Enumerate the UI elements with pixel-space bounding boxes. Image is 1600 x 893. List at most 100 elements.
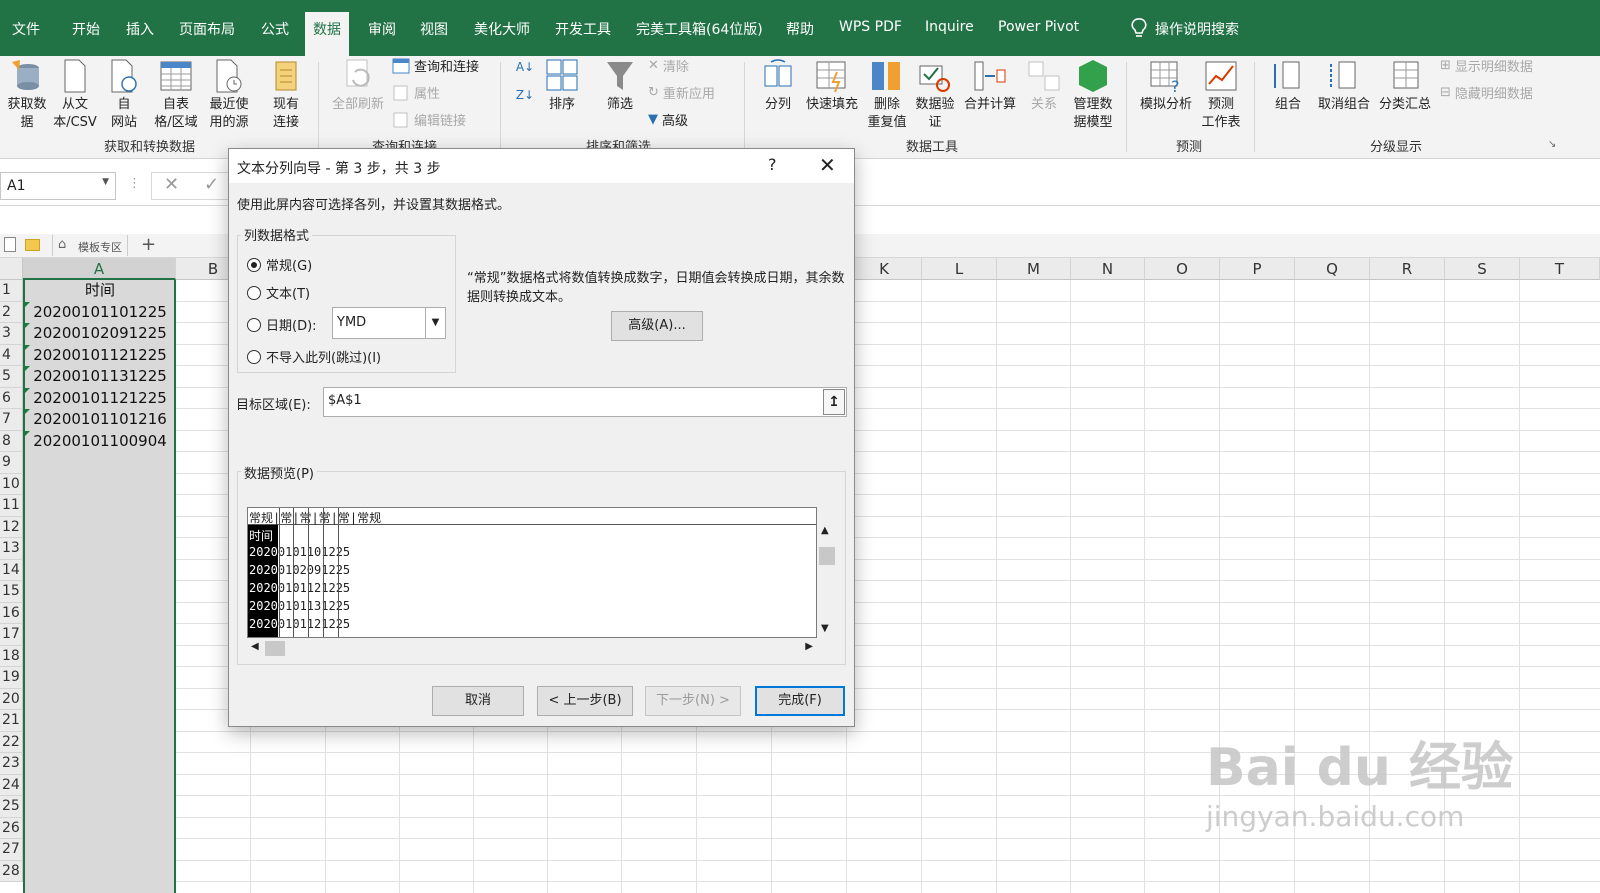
tab-power-pivot[interactable]: Power Pivot <box>998 19 1079 35</box>
row-header[interactable]: 17 <box>0 624 23 646</box>
column-header[interactable]: O <box>1145 258 1220 280</box>
subtotal-button[interactable]: 分类汇总 <box>1376 58 1434 114</box>
row-header[interactable]: 12 <box>0 516 23 538</box>
data-cell[interactable]: 20200101131225 <box>25 366 175 388</box>
data-preview[interactable]: 常规|常|常|常|常|常规 时间 20200101101225 2020010209… <box>247 507 817 638</box>
get-data-button[interactable]: 获取数 据 <box>4 58 50 132</box>
radio-general[interactable]: 常规(G) <box>247 255 312 274</box>
row-header[interactable]: 1 <box>0 280 23 302</box>
finish-button[interactable]: 完成(F) <box>755 686 845 716</box>
help-icon[interactable]: ? <box>768 155 777 174</box>
from-text-csv-button[interactable]: 从文 本/CSV <box>52 58 98 132</box>
row-header[interactable]: 10 <box>0 473 23 495</box>
from-table-button[interactable]: 自表 格/区域 <box>150 58 202 132</box>
filter-button[interactable]: 筛选 <box>600 58 640 114</box>
radio-text[interactable]: 文本(T) <box>247 283 310 302</box>
row-header[interactable]: 8 <box>0 430 23 452</box>
column-header[interactable]: N <box>1071 258 1145 280</box>
preview-vertical-scrollbar[interactable]: ▲ ▼ <box>817 525 836 639</box>
advanced-filter-button[interactable]: ▼ 高级 <box>648 110 688 129</box>
tab-review[interactable]: 审阅 <box>368 19 396 39</box>
column-header[interactable]: Q <box>1295 258 1370 280</box>
refresh-all-button[interactable]: 全部刷新 <box>328 58 388 114</box>
scroll-thumb[interactable] <box>265 641 285 656</box>
row-header[interactable]: 18 <box>0 645 23 667</box>
sort-button[interactable]: 排序 <box>542 58 582 114</box>
ungroup-button[interactable]: 取消组合 <box>1314 58 1374 114</box>
sort-ascending-button[interactable]: A↓ Z↓ <box>514 60 536 102</box>
column-header[interactable]: K <box>847 258 922 280</box>
row-header[interactable]: 28 <box>0 860 23 882</box>
row-header[interactable]: 15 <box>0 581 23 603</box>
row-header[interactable]: 23 <box>0 753 23 775</box>
row-header[interactable]: 13 <box>0 538 23 560</box>
tab-toolbox[interactable]: 完美工具箱(64位版) <box>636 19 763 39</box>
data-cell[interactable]: 20200101100904 <box>25 430 175 453</box>
chevron-down-icon[interactable]: ▼ <box>102 177 109 187</box>
row-header[interactable]: 2 <box>0 301 23 323</box>
consolidate-button[interactable]: 合并计算 <box>962 58 1018 114</box>
folder-icon[interactable] <box>25 239 40 251</box>
back-button[interactable]: < 上一步(B) <box>537 686 633 716</box>
date-format-select[interactable]: YMD ▼ <box>332 307 446 339</box>
name-box[interactable]: A1 ▼ <box>0 172 116 200</box>
scroll-right-icon[interactable]: ▶ <box>805 641 813 652</box>
group-button[interactable]: 组合 <box>1266 58 1310 114</box>
header-cell[interactable]: 时间 <box>25 280 175 302</box>
row-header[interactable]: 22 <box>0 731 23 753</box>
row-header[interactable]: 7 <box>0 409 23 431</box>
row-header[interactable]: 3 <box>0 323 23 345</box>
row-header[interactable]: 4 <box>0 344 23 366</box>
next-button[interactable]: 下一步(N) > <box>645 686 741 716</box>
tell-me-search[interactable]: 操作说明搜索 <box>1155 19 1239 39</box>
manage-data-model-button[interactable]: 管理数 据模型 <box>1068 58 1118 132</box>
scroll-up-icon[interactable]: ▲ <box>821 525 829 536</box>
data-cell[interactable]: 20200101121225 <box>25 344 175 367</box>
row-header[interactable]: 5 <box>0 366 23 388</box>
row-header[interactable]: 11 <box>0 495 23 517</box>
close-icon[interactable]: ✕ <box>819 153 836 177</box>
row-header[interactable]: 27 <box>0 839 23 861</box>
data-validation-button[interactable]: 数据验 证 <box>912 58 958 132</box>
scroll-down-icon[interactable]: ▼ <box>821 623 829 634</box>
tab-wps-pdf[interactable]: WPS PDF <box>839 19 902 35</box>
scroll-thumb[interactable] <box>819 547 835 565</box>
tab-developer[interactable]: 开发工具 <box>555 19 611 39</box>
row-header[interactable]: 14 <box>0 559 23 581</box>
queries-connections-button[interactable]: 查询和连接 <box>392 56 479 75</box>
column-header[interactable]: S <box>1445 258 1520 280</box>
row-header[interactable]: 16 <box>0 602 23 624</box>
recent-sources-button[interactable]: 最近使 用的源 <box>204 58 254 132</box>
select-all-corner[interactable] <box>0 258 23 280</box>
cancel-entry-icon[interactable]: ✕ <box>164 174 179 195</box>
from-web-button[interactable]: 自 网站 <box>104 58 144 132</box>
cancel-button[interactable]: 取消 <box>432 686 524 716</box>
edit-links-button[interactable]: 编辑链接 <box>392 110 466 129</box>
row-header[interactable]: 20 <box>0 688 23 710</box>
relationships-button[interactable]: 关系 <box>1024 58 1064 114</box>
row-header[interactable]: 26 <box>0 817 23 839</box>
collapse-dialog-icon[interactable]: ↥ <box>823 389 845 415</box>
tab-insert[interactable]: 插入 <box>126 19 154 39</box>
properties-button[interactable]: 属性 <box>392 83 440 102</box>
column-header[interactable]: L <box>922 258 997 280</box>
column-header[interactable]: M <box>997 258 1071 280</box>
text-to-columns-button[interactable]: 分列 <box>756 58 800 114</box>
show-detail-button[interactable]: ⊞ 显示明细数据 <box>1440 56 1533 75</box>
row-header[interactable]: 21 <box>0 710 23 732</box>
tab-view[interactable]: 视图 <box>420 19 448 39</box>
confirm-entry-icon[interactable]: ✓ <box>204 174 219 195</box>
what-if-analysis-button[interactable]: ? 模拟分析 <box>1136 58 1196 114</box>
tab-beautify[interactable]: 美化大师 <box>474 19 530 39</box>
tab-help[interactable]: 帮助 <box>786 19 814 39</box>
hide-detail-button[interactable]: ⊟ 隐藏明细数据 <box>1440 83 1533 102</box>
dialog-launcher-icon[interactable]: ↘ <box>1548 139 1556 150</box>
tab-formulas[interactable]: 公式 <box>261 19 289 39</box>
existing-connections-button[interactable]: 现有 连接 <box>266 58 306 132</box>
remove-duplicates-button[interactable]: 删除 重复值 <box>864 58 910 132</box>
tab-inquire[interactable]: Inquire <box>925 19 974 35</box>
preview-horizontal-scrollbar[interactable]: ◀ ▶ <box>247 639 817 658</box>
scroll-left-icon[interactable]: ◀ <box>251 641 259 652</box>
advanced-button[interactable]: 高级(A)... <box>611 311 703 341</box>
flash-fill-button[interactable]: 快速填充 <box>804 58 860 114</box>
